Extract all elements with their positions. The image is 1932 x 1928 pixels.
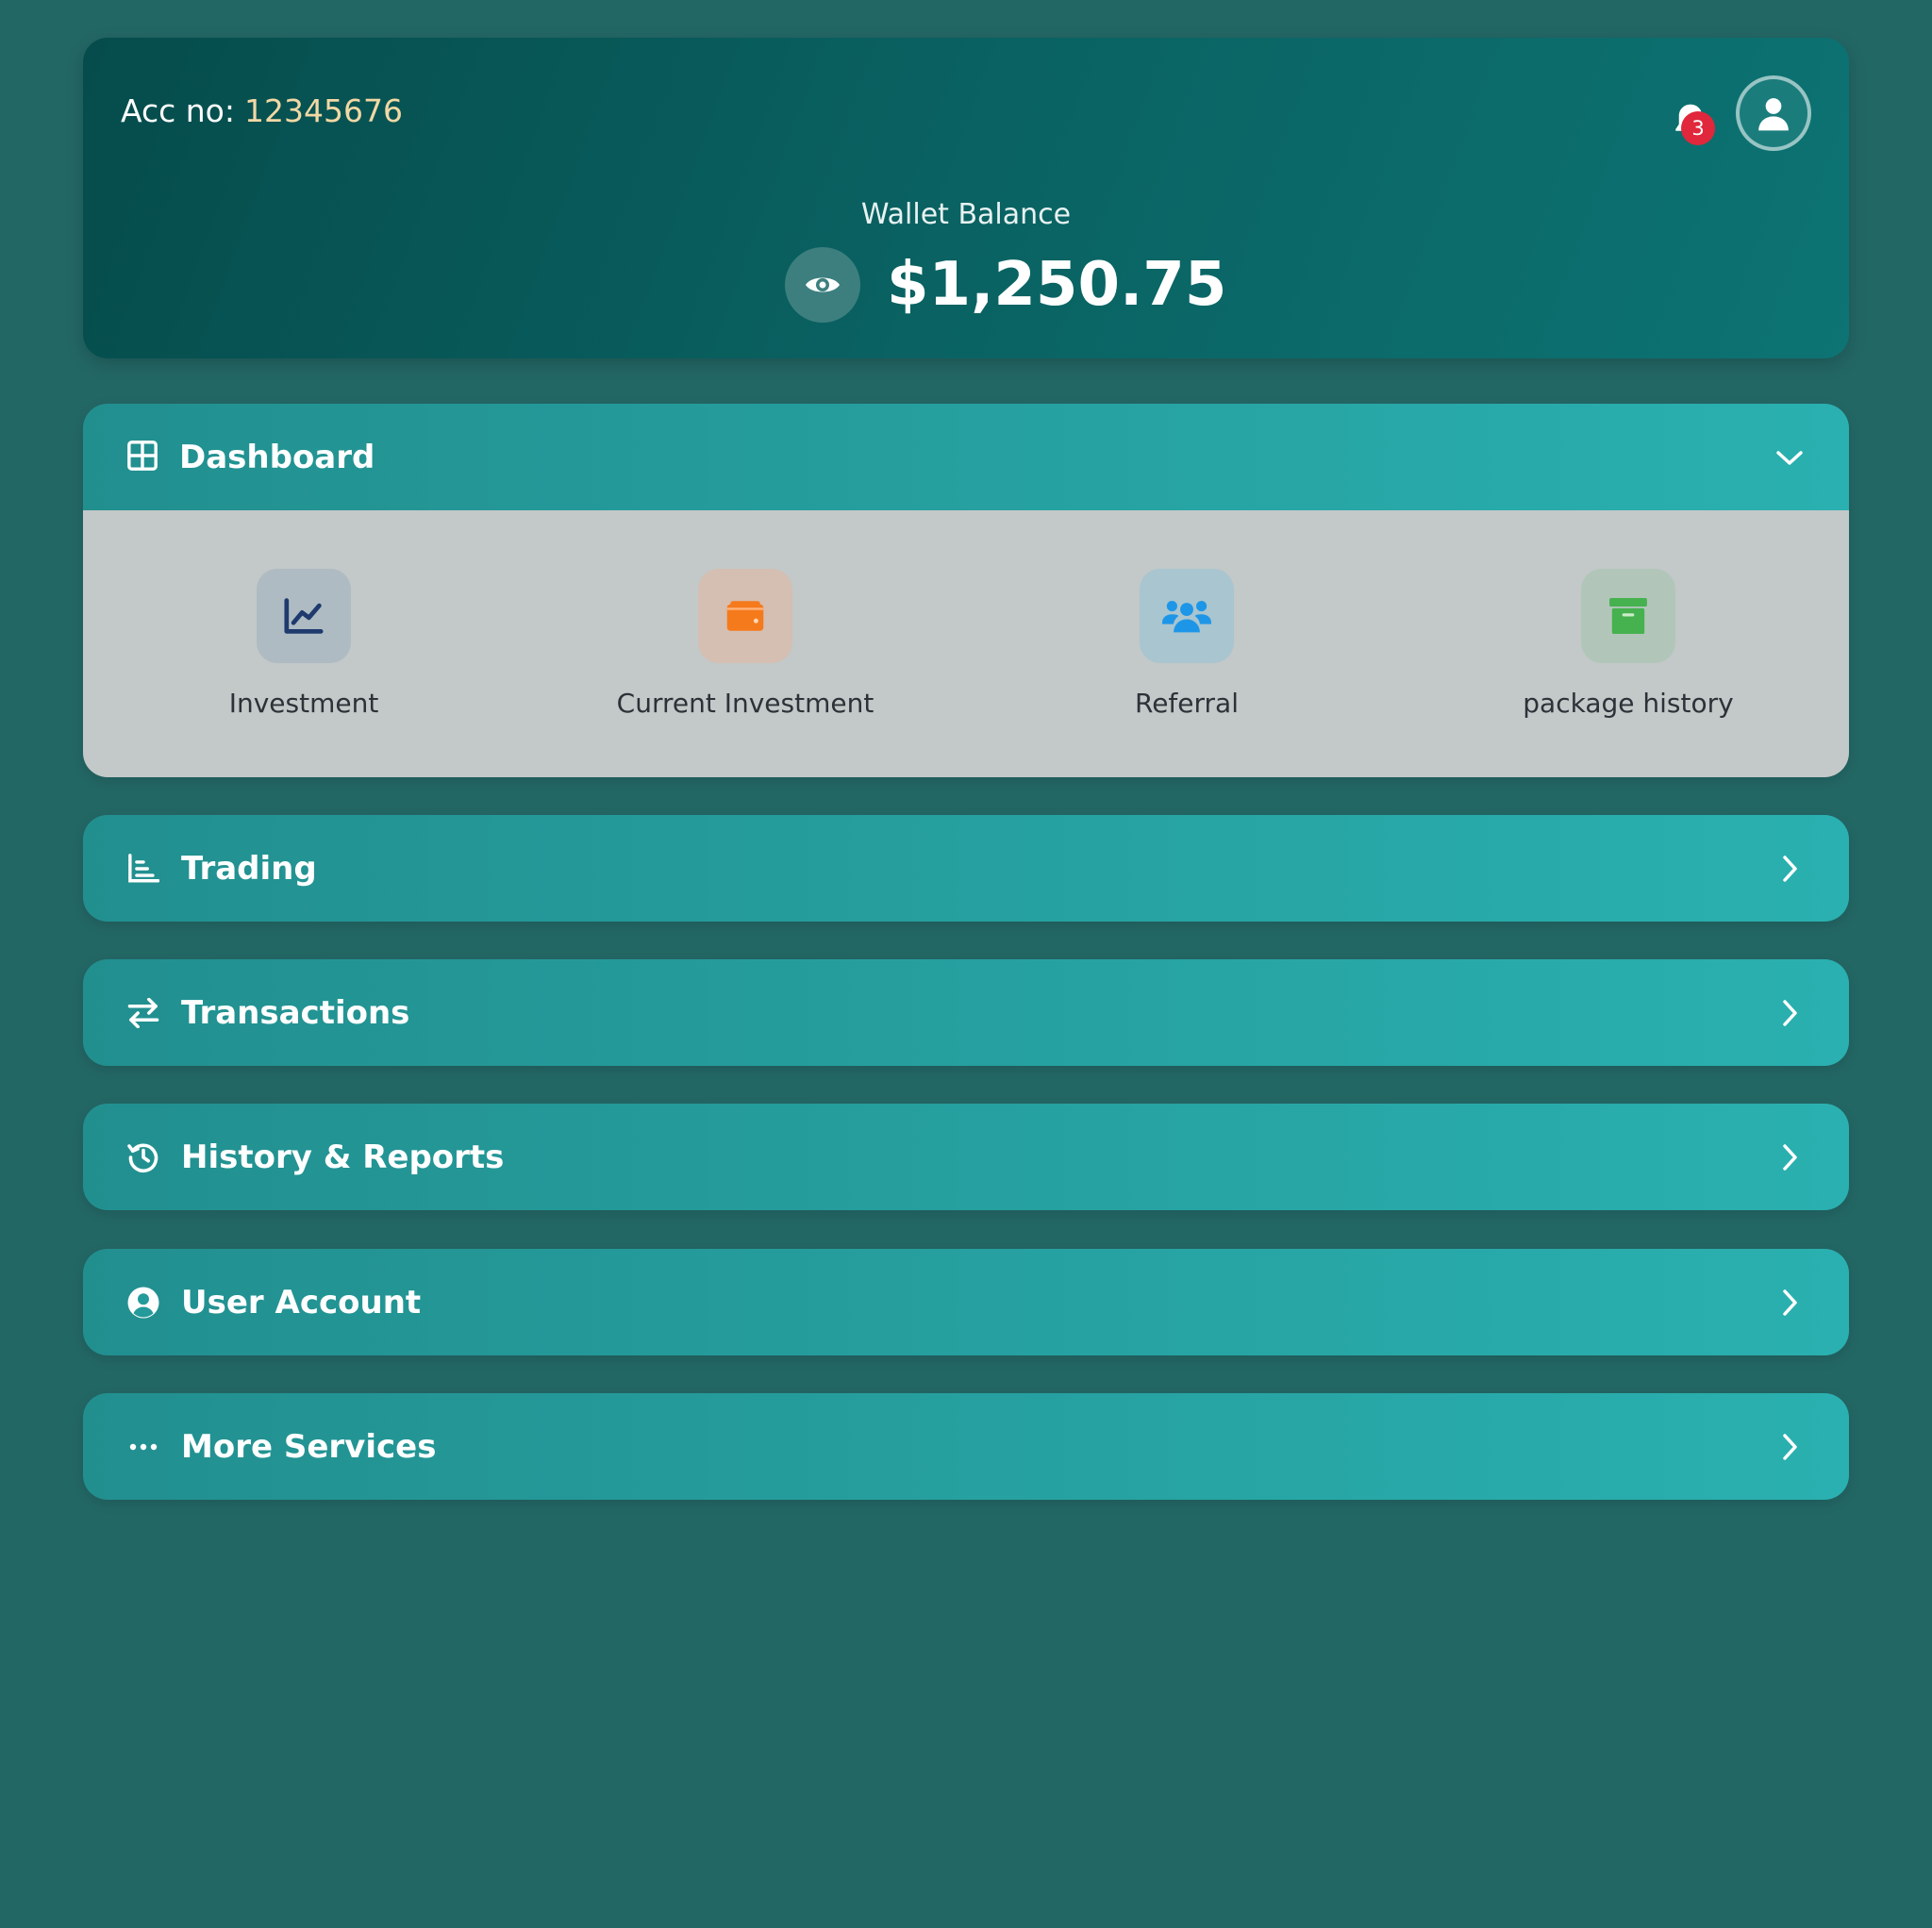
user-circle-icon	[126, 1286, 160, 1320]
chart-line-icon	[284, 598, 324, 634]
wallet-balance-amount: $1,250.75	[887, 250, 1227, 320]
tile-icon-box	[257, 569, 351, 663]
dashboard-title: Dashboard	[179, 438, 375, 476]
section-user-account[interactable]: User Account	[83, 1249, 1849, 1355]
tile-investment[interactable]: Investment	[83, 510, 525, 777]
section-title: User Account	[181, 1283, 422, 1321]
tile-label: Current Investment	[616, 688, 874, 719]
chevron-right-icon	[1774, 1431, 1806, 1463]
wallet-icon	[726, 601, 764, 631]
dashboard-header[interactable]: Dashboard	[83, 404, 1849, 510]
tile-label: Investment	[228, 688, 379, 719]
wallet-balance-label: Wallet Balance	[860, 198, 1072, 231]
exchange-icon	[126, 996, 160, 1030]
archive-icon	[1609, 598, 1647, 634]
account-line: Acc no: 12345676	[121, 92, 403, 129]
history-icon	[126, 1140, 160, 1174]
profile-avatar[interactable]	[1736, 75, 1811, 151]
chevron-right-icon	[1774, 997, 1806, 1029]
tile-package-history[interactable]: package history	[1407, 510, 1849, 777]
bar-chart-icon	[126, 852, 160, 886]
tile-icon-box	[1140, 569, 1234, 663]
section-transactions[interactable]: Transactions	[83, 959, 1849, 1066]
section-title: Transactions	[181, 993, 410, 1032]
account-label: Acc no:	[121, 92, 235, 129]
ellipsis-icon	[126, 1430, 160, 1464]
wallet-card: Acc no: 12345676 3 Wallet Balance $1,250…	[83, 38, 1849, 358]
dashboard-panel: Dashboard Investment Current Investment …	[83, 404, 1849, 777]
section-title: Trading	[181, 849, 317, 888]
chevron-right-icon	[1774, 1287, 1806, 1319]
section-title: History & Reports	[181, 1138, 505, 1176]
toggle-balance-visibility-button[interactable]	[785, 247, 860, 323]
user-icon	[1758, 98, 1789, 131]
tile-label: package history	[1523, 688, 1734, 719]
app-screen: Acc no: 12345676 3 Wallet Balance $1,250…	[0, 0, 1932, 1928]
account-number: 12345676	[244, 92, 403, 129]
chevron-right-icon	[1774, 1141, 1806, 1173]
tile-icon-box	[1581, 569, 1675, 663]
tile-icon-box	[698, 569, 792, 663]
section-history-reports[interactable]: History & Reports	[83, 1104, 1849, 1210]
eye-icon	[806, 277, 840, 292]
chevron-down-icon	[1774, 441, 1806, 474]
section-title: More Services	[181, 1427, 437, 1466]
dashboard-tiles: Investment Current Investment Referral p…	[83, 510, 1849, 777]
chevron-right-icon	[1774, 853, 1806, 885]
notification-badge: 3	[1681, 111, 1715, 145]
section-trading[interactable]: Trading	[83, 815, 1849, 922]
users-icon	[1162, 601, 1211, 633]
tile-label: Referral	[1135, 688, 1239, 719]
tile-current-investment[interactable]: Current Investment	[525, 510, 966, 777]
tile-referral[interactable]: Referral	[966, 510, 1407, 777]
grid-icon	[126, 440, 158, 475]
section-more-services[interactable]: More Services	[83, 1393, 1849, 1500]
